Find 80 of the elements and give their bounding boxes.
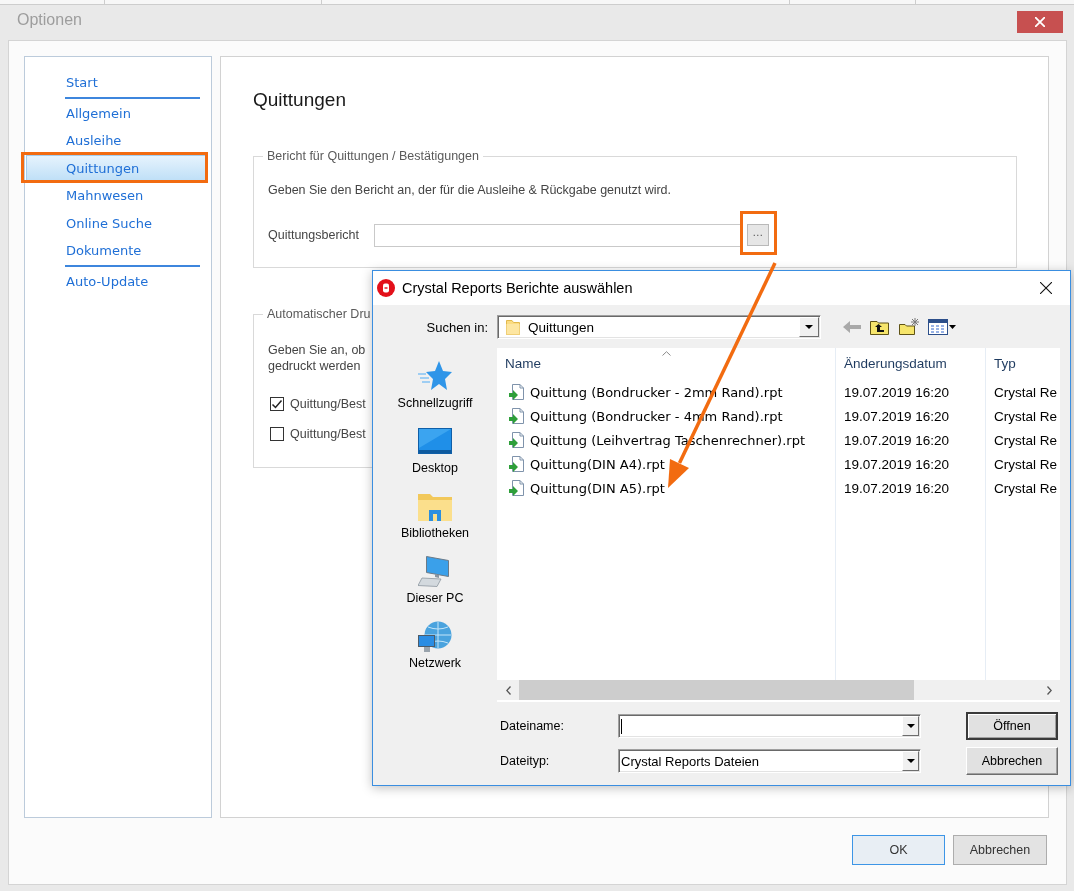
caret-down-icon (906, 759, 915, 763)
sidebar-item[interactable]: Auto-Update (26, 267, 206, 295)
file-name-field[interactable] (618, 714, 921, 738)
file-name[interactable]: Quittung(DIN A5).rpt (530, 480, 665, 496)
report-path-field[interactable] (374, 223, 741, 247)
file-date: 19.07.2019 16:20 (844, 480, 950, 496)
field-label: Dateiname: (499, 719, 565, 733)
description-text: Geben Sie den Bericht an, der für die Ausleihe & Rückgabe genutzt wird. (268, 182, 672, 198)
group-title: Automatischer Dru (266, 306, 372, 322)
file-date: 19.07.2019 16:20 (844, 456, 950, 472)
scrollbar-thumb[interactable] (519, 680, 914, 700)
close-button[interactable] (1017, 11, 1063, 33)
folder-icon (506, 319, 520, 335)
place-button[interactable]: Desktop (380, 420, 490, 485)
sidebar-item[interactable]: Ausleihe (26, 127, 206, 155)
sort-caret-icon (662, 351, 671, 356)
dropdown-button[interactable] (799, 317, 819, 337)
checkbox-label: Quittung/Best (290, 397, 366, 411)
dropdown-button[interactable] (902, 716, 919, 736)
file-type-dropdown[interactable]: Crystal Reports Dateien (618, 749, 921, 773)
dropdown-button[interactable] (902, 751, 919, 771)
checkbox[interactable] (270, 427, 284, 441)
app-logo-icon (377, 279, 395, 297)
field-label: Suchen in: (425, 319, 488, 335)
file-name[interactable]: Quittung(DIN A4).rpt (530, 456, 665, 472)
cancel-button[interactable]: Abbrechen (953, 835, 1047, 865)
computer-icon (418, 555, 452, 587)
folder-icon (418, 491, 452, 521)
caret-down-icon (805, 325, 813, 329)
cancel-button[interactable]: Abbrechen (966, 747, 1058, 775)
ok-button[interactable]: OK (852, 835, 945, 865)
column-header[interactable]: Änderungsdatum (836, 348, 985, 380)
sidebar-item[interactable]: Start (26, 69, 206, 97)
document-icon (509, 432, 525, 448)
close-icon (1035, 17, 1045, 27)
new-folder-icon[interactable] (899, 317, 919, 335)
column-header[interactable]: Name (497, 348, 835, 380)
chevron-right-icon[interactable] (1046, 685, 1052, 695)
sidebar-item[interactable]: Mahnwesen (26, 182, 206, 210)
file-type: Crystal Re (994, 456, 1057, 472)
sidebar-item[interactable]: Online Suche (26, 209, 206, 237)
dialog-title: Crystal Reports Berichte auswählen (402, 280, 633, 296)
chevron-left-icon[interactable] (505, 685, 511, 695)
description-text: Geben Sie an, ob (268, 342, 366, 358)
file-type: Crystal Re (994, 480, 1057, 496)
star-icon (418, 361, 452, 391)
caret-down-icon (906, 724, 915, 728)
file-type: Crystal Re (994, 408, 1057, 424)
sidebar-item[interactable]: Dokumente (26, 237, 206, 265)
field-label: Dateityp: (499, 754, 551, 768)
browse-button[interactable]: ... (747, 224, 769, 246)
file-date: 19.07.2019 16:20 (844, 384, 950, 400)
file-type: Crystal Re (994, 432, 1057, 448)
folder-up-icon[interactable] (870, 319, 889, 335)
group-title: Bericht für Quittungen / Bestätigungen (266, 148, 480, 164)
file-date: 19.07.2019 16:20 (844, 432, 950, 448)
close-icon (1040, 282, 1052, 294)
description-text: gedruckt werden (268, 358, 361, 374)
place-button[interactable]: Bibliotheken (380, 485, 490, 550)
place-button[interactable]: Dieser PC (380, 550, 490, 615)
sidebar-item[interactable]: Allgemein (26, 99, 206, 127)
place-button[interactable]: Schnellzugriff (380, 355, 490, 420)
page-heading: Quittungen (253, 88, 346, 112)
file-type: Crystal Re (994, 384, 1057, 400)
document-icon (509, 384, 525, 400)
view-menu-icon[interactable] (928, 319, 956, 335)
network-icon (418, 620, 452, 652)
checkbox[interactable] (270, 397, 284, 411)
place-button[interactable]: Netzwerk (380, 615, 490, 680)
document-icon (509, 456, 525, 472)
document-icon (509, 408, 525, 424)
document-icon (509, 480, 525, 496)
look-in-dropdown[interactable]: Quittungen (497, 315, 821, 339)
field-label: Quittungsbericht (268, 228, 361, 242)
column-header[interactable]: Typ (986, 348, 1060, 380)
desktop-icon (418, 428, 452, 454)
open-button[interactable]: Öffnen (966, 712, 1058, 740)
checkbox-label: Quittung/Best (290, 427, 366, 441)
window-title: Optionen (16, 10, 82, 30)
file-date: 19.07.2019 16:20 (844, 408, 950, 424)
